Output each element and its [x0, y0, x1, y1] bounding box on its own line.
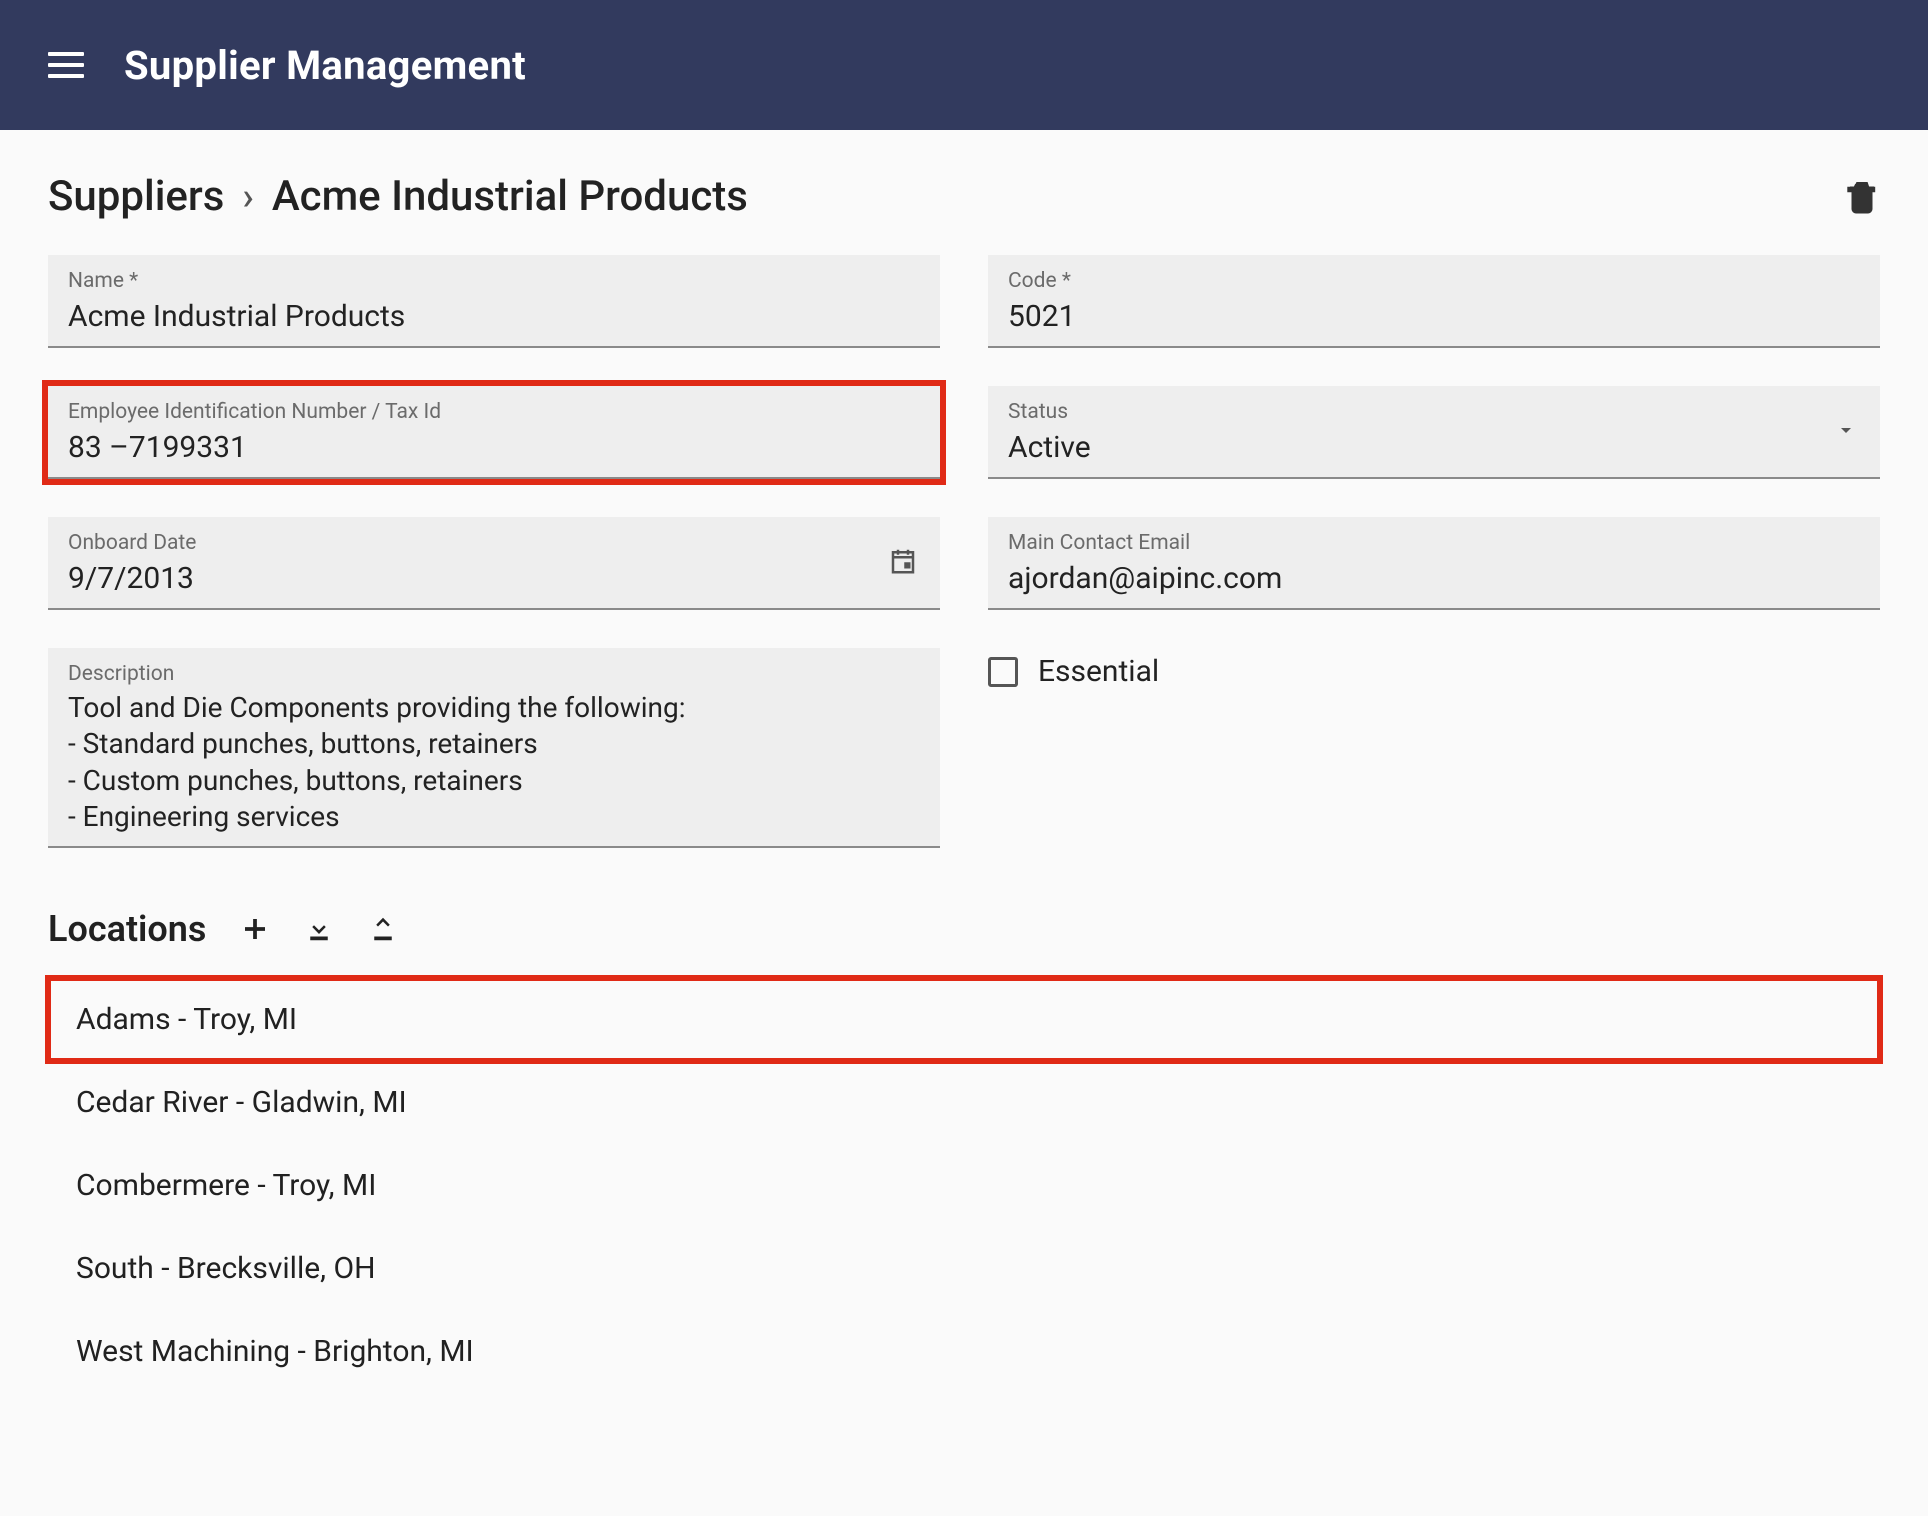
locations-list: Adams - Troy, MI Cedar River - Gladwin, … — [48, 978, 1880, 1393]
name-value: Acme Industrial Products — [68, 297, 920, 336]
breadcrumb-current: Acme Industrial Products — [272, 172, 748, 221]
essential-checkbox-row[interactable]: Essential — [988, 648, 1880, 689]
download-icon — [304, 914, 334, 944]
email-field[interactable]: Main Contact Email ajordan@aipinc.com — [988, 517, 1880, 610]
trash-icon — [1844, 176, 1880, 218]
essential-checkbox[interactable] — [988, 657, 1018, 687]
ein-label: Employee Identification Number / Tax Id — [68, 400, 920, 424]
code-field[interactable]: Code * 5021 — [988, 255, 1880, 348]
ein-field[interactable]: Employee Identification Number / Tax Id … — [48, 386, 940, 479]
code-value: 5021 — [1008, 297, 1860, 336]
export-locations-button[interactable] — [368, 914, 398, 944]
onboard-date-value: 9/7/2013 — [68, 559, 920, 598]
app-title: Supplier Management — [124, 42, 526, 89]
onboard-date-label: Onboard Date — [68, 531, 920, 555]
calendar-icon[interactable] — [888, 546, 918, 580]
chevron-right-icon: › — [242, 175, 253, 219]
location-item[interactable]: Adams - Troy, MI — [48, 978, 1880, 1061]
code-label: Code * — [1008, 269, 1860, 293]
essential-label: Essential — [1038, 654, 1159, 689]
email-value: ajordan@aipinc.com — [1008, 559, 1860, 598]
status-field[interactable]: Status Active — [988, 386, 1880, 479]
location-item[interactable]: South - Brecksville, OH — [48, 1227, 1880, 1310]
delete-button[interactable] — [1844, 176, 1880, 218]
status-label: Status — [1008, 400, 1860, 424]
description-value: Tool and Die Components providing the fo… — [68, 690, 920, 836]
name-field[interactable]: Name * Acme Industrial Products — [48, 255, 940, 348]
add-location-button[interactable] — [240, 914, 270, 944]
ein-value: 83 –7199331 — [68, 428, 920, 467]
plus-icon — [240, 914, 270, 944]
locations-title: Locations — [48, 908, 206, 950]
app-bar: Supplier Management — [0, 0, 1928, 130]
hamburger-menu-button[interactable] — [48, 45, 88, 85]
upload-icon — [368, 914, 398, 944]
location-item[interactable]: West Machining - Brighton, MI — [48, 1310, 1880, 1393]
location-item[interactable]: Combermere - Troy, MI — [48, 1144, 1880, 1227]
onboard-date-field[interactable]: Onboard Date 9/7/2013 — [48, 517, 940, 610]
name-label: Name * — [68, 269, 920, 293]
email-label: Main Contact Email — [1008, 531, 1860, 555]
dropdown-icon — [1834, 418, 1858, 446]
import-locations-button[interactable] — [304, 914, 334, 944]
breadcrumb-root[interactable]: Suppliers — [48, 172, 224, 221]
locations-section: Locations Adams - Troy, MI Cedar River -… — [48, 908, 1880, 1393]
description-label: Description — [68, 662, 920, 686]
location-item[interactable]: Cedar River - Gladwin, MI — [48, 1061, 1880, 1144]
description-field[interactable]: Description Tool and Die Components prov… — [48, 648, 940, 848]
status-value: Active — [1008, 428, 1860, 467]
breadcrumb: Suppliers › Acme Industrial Products — [48, 172, 748, 221]
